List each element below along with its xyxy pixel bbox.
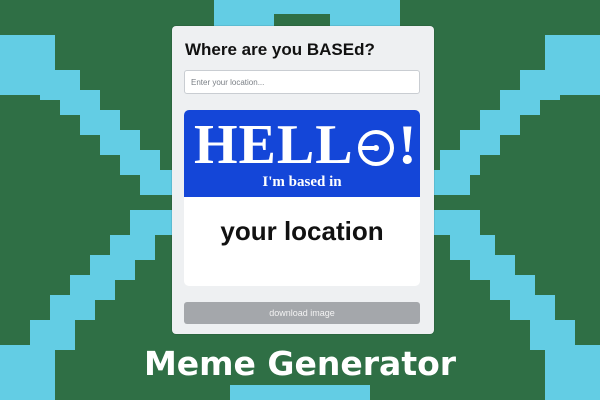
download-image-button[interactable]: download image [184,302,420,324]
pixel-block [130,210,175,235]
pixel-block [140,170,175,195]
badge-subtitle: I'm based in [262,174,342,190]
pixel-block [50,295,95,320]
badge-header: HELL ! I'm based in [184,110,420,197]
pixel-block [510,295,555,320]
pixel-block [434,170,470,195]
badge-location-text: your location [220,216,384,246]
circle-with-dot-icon [358,130,394,166]
hello-letters: HELL [194,114,354,176]
pixel-block [434,210,480,235]
page-caption: Meme Generator [143,344,457,383]
meme-generator-card: Where are you BASEd? HELL ! I'm based in… [172,26,434,334]
pixel-block [230,385,370,400]
location-input[interactable] [184,70,420,94]
exclamation-mark: ! [398,114,417,176]
hello-text: HELL [194,116,354,174]
pixel-block [230,0,370,14]
card-title: Where are you BASEd? [185,40,375,59]
name-badge-preview: HELL ! I'm based in your location [184,110,420,286]
